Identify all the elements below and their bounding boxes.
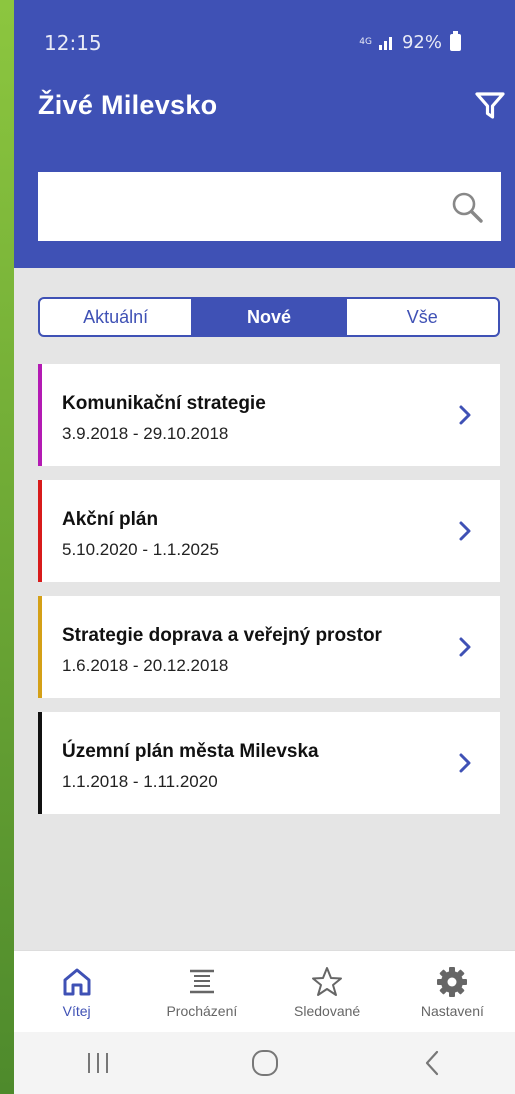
bottom-navigation: Vítej Procházení Sledované Nastavení xyxy=(14,950,515,1032)
filter-tabs: Aktuální Nové Vše xyxy=(38,297,500,337)
status-indicators: 4G 92% xyxy=(359,31,461,53)
tab-nove[interactable]: Nové xyxy=(191,299,345,335)
search-bar[interactable] xyxy=(38,172,501,241)
back-icon xyxy=(425,1050,438,1076)
tab-aktualni[interactable]: Aktuální xyxy=(40,299,191,335)
nav-label: Procházení xyxy=(166,1003,238,1019)
home-icon xyxy=(63,968,91,996)
item-dates: 5.10.2020 - 1.1.2025 xyxy=(62,540,219,559)
signal-icon xyxy=(378,36,392,50)
nav-label: Sledované xyxy=(294,1003,361,1019)
project-list: Komunikační strategie 3.9.2018 - 29.10.2… xyxy=(38,364,500,828)
list-item[interactable]: Akční plán 5.10.2020 - 1.1.2025 xyxy=(38,480,500,582)
item-title: Strategie doprava a veřejný prostor xyxy=(62,625,382,646)
item-dates: 1.1.2018 - 1.11.2020 xyxy=(62,772,218,791)
chevron-right-icon xyxy=(459,637,471,657)
app-title: Živé Milevsko xyxy=(38,90,218,120)
chevron-right-icon xyxy=(459,521,471,541)
app-header: 12:15 4G 92% Živé Milevsko xyxy=(14,0,515,268)
list-item[interactable]: Územní plán města Milevska 1.1.2018 - 1.… xyxy=(38,712,500,814)
home-circle-icon xyxy=(251,1050,278,1076)
back-button[interactable] xyxy=(397,1043,467,1083)
item-dates: 3.9.2018 - 29.10.2018 xyxy=(62,424,229,443)
gear-icon xyxy=(437,967,468,997)
nav-item-prochazeni[interactable]: Procházení xyxy=(139,951,264,1032)
recent-apps-icon xyxy=(87,1053,108,1073)
status-bar: 12:15 4G 92% xyxy=(14,0,515,90)
app-screen: 12:15 4G 92% Živé Milevsko Aktuální Nové… xyxy=(14,0,515,1094)
star-icon xyxy=(312,967,343,996)
status-time: 12:15 xyxy=(44,31,102,55)
chevron-right-icon xyxy=(459,753,471,773)
item-title: Komunikační strategie xyxy=(62,393,266,414)
search-icon[interactable] xyxy=(447,187,487,227)
tab-vse[interactable]: Vše xyxy=(344,299,498,335)
nav-item-sledovane[interactable]: Sledované xyxy=(265,951,390,1032)
list-icon xyxy=(189,969,214,994)
item-dates: 1.6.2018 - 20.12.2018 xyxy=(62,656,229,675)
network-type: 4G xyxy=(359,37,372,47)
nav-label: Vítej xyxy=(62,1003,91,1019)
item-title: Akční plán xyxy=(62,509,159,530)
search-input[interactable] xyxy=(38,172,447,241)
chevron-right-icon xyxy=(459,405,471,425)
list-item[interactable]: Strategie doprava a veřejný prostor 1.6.… xyxy=(38,596,500,698)
nav-item-vitej[interactable]: Vítej xyxy=(14,951,139,1032)
nav-label: Nastavení xyxy=(420,1003,484,1019)
battery-icon xyxy=(450,31,461,51)
filter-icon[interactable] xyxy=(473,88,507,122)
nav-item-nastaveni[interactable]: Nastavení xyxy=(390,951,515,1032)
recent-apps-button[interactable] xyxy=(63,1043,133,1083)
home-button[interactable] xyxy=(230,1043,300,1083)
battery-level: 92% xyxy=(401,32,442,53)
list-item[interactable]: Komunikační strategie 3.9.2018 - 29.10.2… xyxy=(38,364,500,466)
item-title: Územní plán města Milevska xyxy=(62,741,319,762)
system-navigation-bar xyxy=(14,1032,515,1094)
